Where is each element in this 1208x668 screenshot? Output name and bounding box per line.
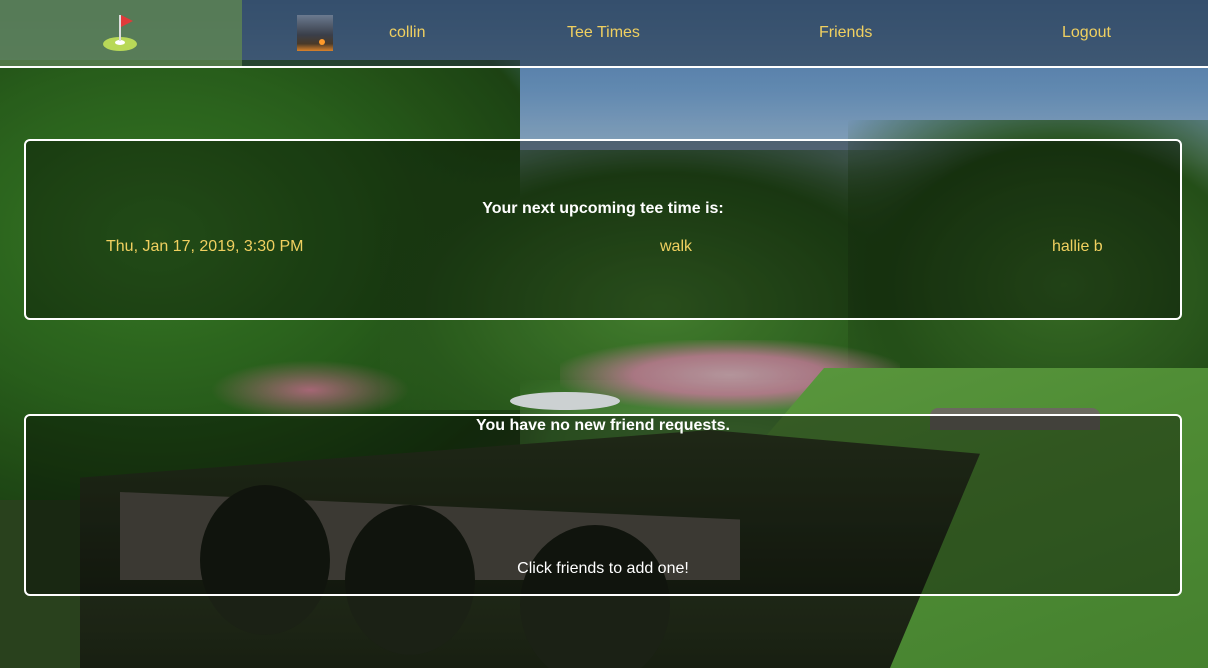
home-link[interactable] [0,0,242,66]
friend-requests-hint: Click friends to add one! [517,560,689,577]
upcoming-tee-time-panel: Your next upcoming tee time is: Thu, Jan… [24,139,1182,320]
friend-requests-panel: You have no new friend requests. Click f… [24,414,1182,596]
nav-tee-times[interactable]: Tee Times [567,24,640,42]
username[interactable]: collin [389,24,425,42]
avatar [297,15,333,51]
user-profile-link[interactable]: collin [297,15,425,51]
tee-time-mode[interactable]: walk [660,238,692,256]
logout-button[interactable]: Logout [1062,24,1111,42]
tee-time-partner[interactable]: hallie b [1052,238,1103,256]
tee-time-date[interactable]: Thu, Jan 17, 2019, 3:30 PM [106,238,303,256]
upcoming-tee-time-heading: Your next upcoming tee time is: [482,200,724,217]
friend-requests-heading: You have no new friend requests. [476,417,730,434]
golf-flag-icon [101,13,141,53]
page: collin Tee Times Friends Logout Your nex… [0,0,1208,668]
nav-friends[interactable]: Friends [819,24,872,42]
navbar: collin Tee Times Friends Logout [0,0,1208,68]
